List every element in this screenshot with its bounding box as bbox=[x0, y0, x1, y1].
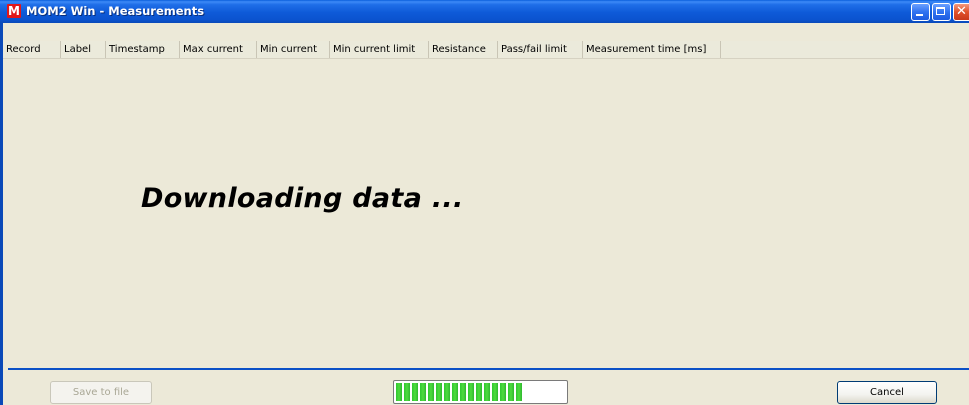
measurements-list[interactable] bbox=[3, 59, 969, 369]
close-icon: ✕ bbox=[956, 4, 967, 19]
column-header-pass-fail-limit[interactable]: Pass/fail limit bbox=[498, 41, 583, 58]
window-title: MOM2 Win - Measurements bbox=[26, 4, 205, 18]
column-header-resistance[interactable]: Resistance bbox=[429, 41, 498, 58]
table-header: Record Label Timestamp Max current Min c… bbox=[3, 41, 969, 59]
maximize-icon bbox=[936, 7, 945, 15]
download-progress-bar bbox=[393, 380, 568, 404]
minimize-icon bbox=[916, 14, 923, 16]
column-header-min-current-limit[interactable]: Min current limit bbox=[330, 41, 429, 58]
minimize-button[interactable] bbox=[911, 3, 930, 21]
title-bar[interactable]: M MOM2 Win - Measurements ✕ bbox=[0, 0, 969, 23]
column-header-label[interactable]: Label bbox=[61, 41, 106, 58]
column-header-min-current[interactable]: Min current bbox=[257, 41, 330, 58]
app-logo-icon: M bbox=[7, 4, 21, 18]
column-header-max-current[interactable]: Max current bbox=[180, 41, 257, 58]
save-to-file-button[interactable]: Save to file bbox=[50, 381, 152, 404]
column-header-timestamp[interactable]: Timestamp bbox=[106, 41, 180, 58]
footer-divider bbox=[8, 368, 969, 370]
column-header-measurement-time[interactable]: Measurement time [ms] bbox=[583, 41, 721, 58]
cancel-button[interactable]: Cancel bbox=[837, 381, 937, 404]
measurements-window: M MOM2 Win - Measurements ✕ Record Label… bbox=[0, 0, 969, 405]
column-header-record[interactable]: Record bbox=[3, 41, 61, 58]
progress-fill bbox=[396, 383, 524, 401]
close-button[interactable]: ✕ bbox=[953, 3, 969, 21]
maximize-button[interactable] bbox=[932, 3, 951, 21]
downloading-message: Downloading data ... bbox=[141, 183, 464, 214]
